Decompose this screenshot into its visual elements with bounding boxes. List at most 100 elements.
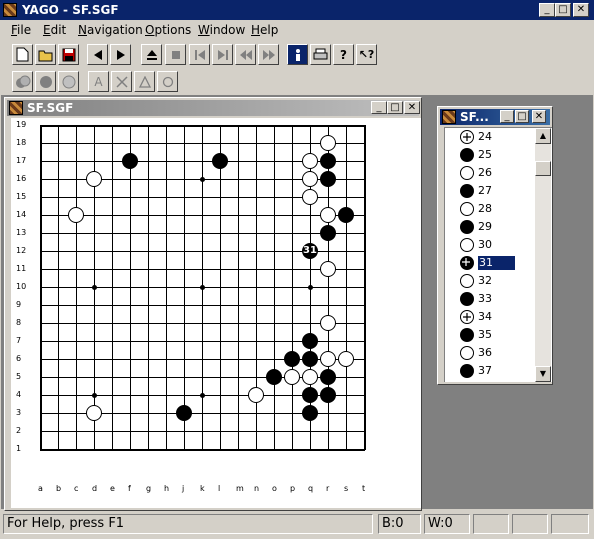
first-move-button[interactable]: [189, 44, 210, 65]
black-stone[interactable]: [302, 333, 318, 349]
white-stone[interactable]: [338, 351, 354, 367]
last-move-button[interactable]: [212, 44, 233, 65]
black-stone[interactable]: [302, 351, 318, 367]
board-close-button[interactable]: ✕: [404, 101, 420, 114]
move-list-item[interactable]: 36: [445, 344, 535, 362]
board-minimize-button[interactable]: _: [371, 101, 387, 114]
white-stone[interactable]: [248, 387, 264, 403]
black-stone[interactable]: [266, 369, 282, 385]
black-stone[interactable]: [320, 171, 336, 187]
open-button[interactable]: [35, 44, 56, 65]
white-stone[interactable]: [320, 315, 336, 331]
forward-button[interactable]: [110, 44, 131, 65]
black-stone[interactable]: [320, 225, 336, 241]
move-number: 25: [478, 148, 492, 161]
stone-pair-button[interactable]: [12, 71, 33, 92]
menu-navigation[interactable]: Navigation: [78, 23, 143, 38]
white-stone[interactable]: [68, 207, 84, 223]
white-stone-icon: [460, 130, 474, 144]
move-list-item[interactable]: 33: [445, 290, 535, 308]
eject-button[interactable]: [141, 44, 162, 65]
move-list-scrollbar[interactable]: ▲ ▼: [535, 128, 551, 382]
app-title-bar[interactable]: YAGO - SF.SGF _ □ ✕: [0, 0, 594, 20]
context-help-button[interactable]: ↖?: [356, 44, 377, 65]
black-stone[interactable]: [320, 369, 336, 385]
black-stone[interactable]: [320, 153, 336, 169]
move-list-item[interactable]: 30: [445, 236, 535, 254]
next-variation-button[interactable]: [258, 44, 279, 65]
black-stone[interactable]: 31: [302, 243, 318, 259]
white-stone[interactable]: [302, 189, 318, 205]
move-list-title-bar[interactable]: SF... _ □ ✕: [440, 109, 550, 125]
black-stone[interactable]: [302, 405, 318, 421]
black-stone[interactable]: [284, 351, 300, 367]
black-stone[interactable]: [176, 405, 192, 421]
move-list-close-button[interactable]: ✕: [532, 110, 546, 123]
scroll-up-button[interactable]: ▲: [535, 128, 551, 144]
white-stone[interactable]: [86, 405, 102, 421]
move-list-item[interactable]: 24: [445, 128, 535, 146]
white-stone[interactable]: [320, 261, 336, 277]
help-button[interactable]: ?: [333, 44, 354, 65]
black-captures: B:0: [378, 514, 421, 534]
yago-app-icon[interactable]: [3, 3, 17, 17]
menu-window-label: indow: [209, 23, 246, 37]
black-stone[interactable]: [320, 387, 336, 403]
move-list-maximize-button[interactable]: □: [515, 110, 529, 123]
menu-edit[interactable]: Edit: [43, 23, 66, 38]
menu-file[interactable]: File: [11, 23, 31, 38]
scroll-thumb[interactable]: [535, 161, 551, 176]
white-stone[interactable]: [86, 171, 102, 187]
scroll-down-button[interactable]: ▼: [535, 366, 551, 382]
menu-options[interactable]: Options: [145, 23, 191, 38]
move-list-item[interactable]: 32: [445, 272, 535, 290]
move-list-item[interactable]: 27: [445, 182, 535, 200]
white-stone[interactable]: [302, 153, 318, 169]
label-a-button[interactable]: A: [88, 71, 109, 92]
new-file-button[interactable]: [12, 44, 33, 65]
black-stone[interactable]: [212, 153, 228, 169]
menu-window[interactable]: Window: [198, 23, 245, 38]
move-list-item[interactable]: 31: [445, 254, 535, 272]
info-button[interactable]: [287, 44, 308, 65]
column-label: p: [290, 484, 296, 493]
back-button[interactable]: [87, 44, 108, 65]
board-window-title-bar[interactable]: SF.SGF _ □ ✕: [7, 100, 420, 116]
white-stone[interactable]: [320, 135, 336, 151]
stop-button[interactable]: [165, 44, 186, 65]
maximize-button[interactable]: □: [555, 3, 571, 17]
minimize-button[interactable]: _: [539, 3, 555, 17]
move-list-item[interactable]: 28: [445, 200, 535, 218]
move-list-item[interactable]: 34: [445, 308, 535, 326]
white-stone[interactable]: [284, 369, 300, 385]
move-list-minimize-button[interactable]: _: [500, 110, 514, 123]
menu-help[interactable]: Help: [251, 23, 278, 38]
move-list-item[interactable]: 29: [445, 218, 535, 236]
white-stone[interactable]: [302, 171, 318, 187]
board-maximize-button[interactable]: □: [387, 101, 403, 114]
move-list-window-icon[interactable]: [442, 110, 456, 124]
mark-x-button[interactable]: [111, 71, 132, 92]
save-button[interactable]: [58, 44, 79, 65]
column-label: e: [110, 484, 115, 493]
black-stone-button[interactable]: [35, 71, 56, 92]
white-stone[interactable]: [320, 351, 336, 367]
black-stone[interactable]: [338, 207, 354, 223]
white-stone[interactable]: [302, 369, 318, 385]
close-button[interactable]: ✕: [573, 3, 589, 17]
move-list-item[interactable]: 35: [445, 326, 535, 344]
move-list-item[interactable]: 26: [445, 164, 535, 182]
go-board[interactable]: 19 18 17 16 15 14 13 12 11 10 9 8 7 6 5 4 3 2 1 a b c d e f g h j k l…: [11, 118, 421, 508]
move-list-item[interactable]: 37: [445, 362, 535, 380]
black-stone[interactable]: [122, 153, 138, 169]
white-stone[interactable]: [320, 207, 336, 223]
mark-circle-button[interactable]: [157, 71, 178, 92]
black-stone[interactable]: [302, 387, 318, 403]
move-listbox[interactable]: 24 25 26 27 28 29 30 31 32 33 34 35 36 37 ▲ ▼: [444, 127, 552, 382]
white-stone-button[interactable]: [58, 71, 79, 92]
mark-triangle-button[interactable]: [134, 71, 155, 92]
board-window-icon[interactable]: [9, 101, 23, 115]
prev-variation-button[interactable]: [235, 44, 256, 65]
move-list-item[interactable]: 25: [445, 146, 535, 164]
print-button[interactable]: [310, 44, 331, 65]
